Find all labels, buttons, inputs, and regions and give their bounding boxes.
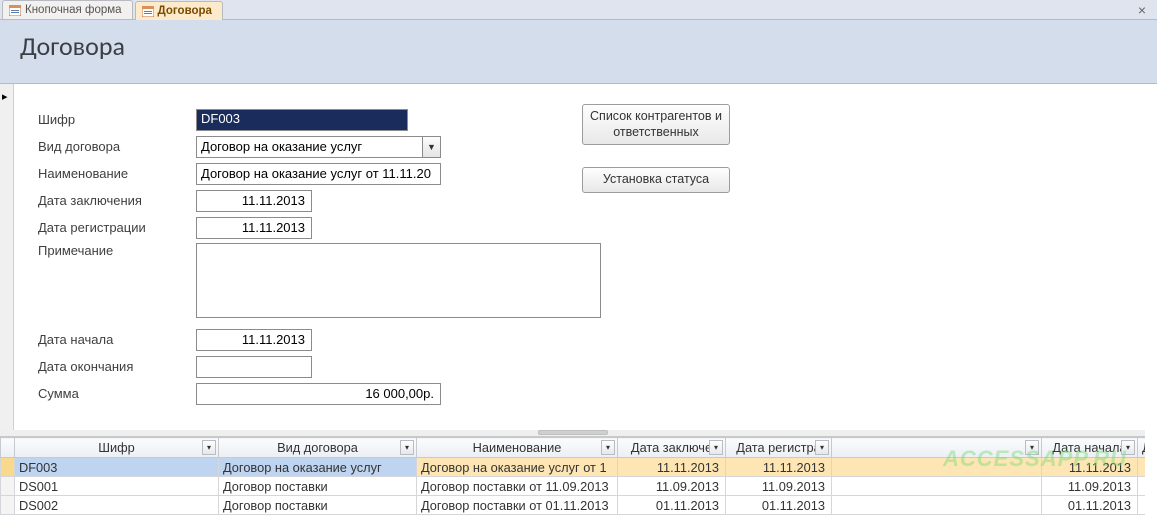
cipher-field[interactable]: DF003 <box>196 109 408 131</box>
contractors-button[interactable]: Список контрагентов и ответственных <box>582 104 730 145</box>
chevron-down-icon[interactable]: ▾ <box>601 440 615 455</box>
tab-label: Кнопочная форма <box>25 4 122 16</box>
chevron-down-icon[interactable]: ▾ <box>202 440 216 455</box>
table-row[interactable]: DS002 Договор поставки Договор поставки … <box>1 496 1146 515</box>
tab-contracts[interactable]: Договора <box>135 1 223 20</box>
chevron-down-icon[interactable]: ▾ <box>1121 440 1135 455</box>
label-date-concl: Дата заключения <box>38 193 196 208</box>
col-label: Наименование <box>473 440 562 455</box>
cell-date-reg[interactable]: 11.09.2013 <box>726 477 832 496</box>
close-icon[interactable]: × <box>1133 1 1151 19</box>
form-detail-area: Шифр DF003 Вид договора ▼ Наименование Д… <box>14 84 1157 407</box>
col-kind[interactable]: Вид договора ▾ <box>219 438 417 458</box>
cell-date-reg[interactable]: 01.11.2013 <box>726 496 832 515</box>
chevron-down-icon[interactable]: ▼ <box>422 137 440 157</box>
col-last[interactable]: Д <box>1138 438 1146 458</box>
col-label: Дата регистра <box>736 440 820 455</box>
chevron-down-icon[interactable]: ▾ <box>400 440 414 455</box>
cell-name[interactable]: Договор поставки от 11.09.2013 <box>417 477 618 496</box>
status-button[interactable]: Установка статуса <box>582 167 730 193</box>
label-sum: Сумма <box>38 386 196 401</box>
col-cipher[interactable]: Шифр ▾ <box>15 438 219 458</box>
grid-corner[interactable] <box>1 438 15 458</box>
row-selector[interactable] <box>1 496 15 515</box>
cell-last[interactable] <box>1138 458 1146 477</box>
current-record-marker-icon: ▸ <box>2 90 8 103</box>
tab-strip: Кнопочная форма Договора × <box>0 0 1157 20</box>
chevron-down-icon[interactable]: ▾ <box>709 440 723 455</box>
date-end-field[interactable] <box>196 356 312 378</box>
cell-cipher[interactable]: DS002 <box>15 496 219 515</box>
label-date-start: Дата начала <box>38 332 196 347</box>
row-selector[interactable] <box>1 477 15 496</box>
label-name: Наименование <box>38 166 196 181</box>
cell-date-start[interactable]: 11.09.2013 <box>1042 477 1138 496</box>
kind-combo-input[interactable] <box>197 137 422 157</box>
chevron-down-icon[interactable]: ▾ <box>815 440 829 455</box>
col-label: Дата начала <box>1052 440 1126 455</box>
label-note: Примечание <box>38 243 196 258</box>
cell-date-start[interactable]: 11.11.2013 <box>1042 458 1138 477</box>
label-date-end: Дата окончания <box>38 359 196 374</box>
scroll-thumb[interactable] <box>538 430 608 435</box>
cell-last[interactable] <box>1138 496 1146 515</box>
date-concl-field[interactable] <box>196 190 312 212</box>
note-field[interactable] <box>196 243 601 318</box>
kind-combo[interactable]: ▼ <box>196 136 441 158</box>
date-start-field[interactable] <box>196 329 312 351</box>
cell-blank[interactable] <box>832 496 1042 515</box>
table-row[interactable]: DF003 Договор на оказание услуг Договор … <box>1 458 1146 477</box>
label-date-reg: Дата регистрации <box>38 220 196 235</box>
cell-date-concl[interactable]: 01.11.2013 <box>618 496 726 515</box>
col-date-concl[interactable]: Дата заключе▾ <box>618 438 726 458</box>
form-header: Договора <box>0 20 1157 84</box>
col-label: Шифр <box>98 440 135 455</box>
record-selector[interactable]: ▸ <box>0 84 14 434</box>
table-row[interactable]: DS001 Договор поставки Договор поставки … <box>1 477 1146 496</box>
label-kind: Вид договора <box>38 139 196 154</box>
tab-label: Договора <box>158 5 212 17</box>
col-label: Дата заключе <box>631 440 712 455</box>
cell-cipher[interactable]: DS001 <box>15 477 219 496</box>
sum-field[interactable] <box>196 383 441 405</box>
cell-name[interactable]: Договор на оказание услуг от 1 <box>417 458 618 477</box>
cell-name[interactable]: Договор поставки от 01.11.2013 <box>417 496 618 515</box>
chevron-down-icon[interactable]: ▾ <box>1025 440 1039 455</box>
cell-date-start[interactable]: 01.11.2013 <box>1042 496 1138 515</box>
cell-cipher[interactable]: DF003 <box>15 458 219 477</box>
action-buttons: Список контрагентов и ответственных Уста… <box>582 104 730 193</box>
name-field[interactable] <box>196 163 441 185</box>
col-blank[interactable]: ▾ <box>832 438 1042 458</box>
subform-datasheet: Шифр ▾ Вид договора ▾ Наименование ▾ Дата з… <box>0 436 1145 515</box>
cell-date-reg[interactable]: 11.11.2013 <box>726 458 832 477</box>
cell-date-concl[interactable]: 11.11.2013 <box>618 458 726 477</box>
cell-blank[interactable] <box>832 458 1042 477</box>
col-label: Вид договора <box>277 440 358 455</box>
form-icon <box>9 5 21 16</box>
col-name[interactable]: Наименование ▾ <box>417 438 618 458</box>
cell-last[interactable] <box>1138 477 1146 496</box>
grid: Шифр ▾ Вид договора ▾ Наименование ▾ Дата з… <box>0 437 1145 515</box>
cell-blank[interactable] <box>832 477 1042 496</box>
col-date-start[interactable]: Дата начала▾ <box>1042 438 1138 458</box>
cell-kind[interactable]: Договор поставки <box>219 496 417 515</box>
page-title: Договора <box>20 30 1157 62</box>
row-selector[interactable] <box>1 458 15 477</box>
form-icon <box>142 6 154 17</box>
label-cipher: Шифр <box>38 112 196 127</box>
col-date-reg[interactable]: Дата регистра▾ <box>726 438 832 458</box>
cell-date-concl[interactable]: 11.09.2013 <box>618 477 726 496</box>
date-reg-field[interactable] <box>196 217 312 239</box>
tab-button-form[interactable]: Кнопочная форма <box>2 0 133 19</box>
col-label: Д <box>1142 440 1145 455</box>
cell-kind[interactable]: Договор поставки <box>219 477 417 496</box>
cell-kind[interactable]: Договор на оказание услуг <box>219 458 417 477</box>
